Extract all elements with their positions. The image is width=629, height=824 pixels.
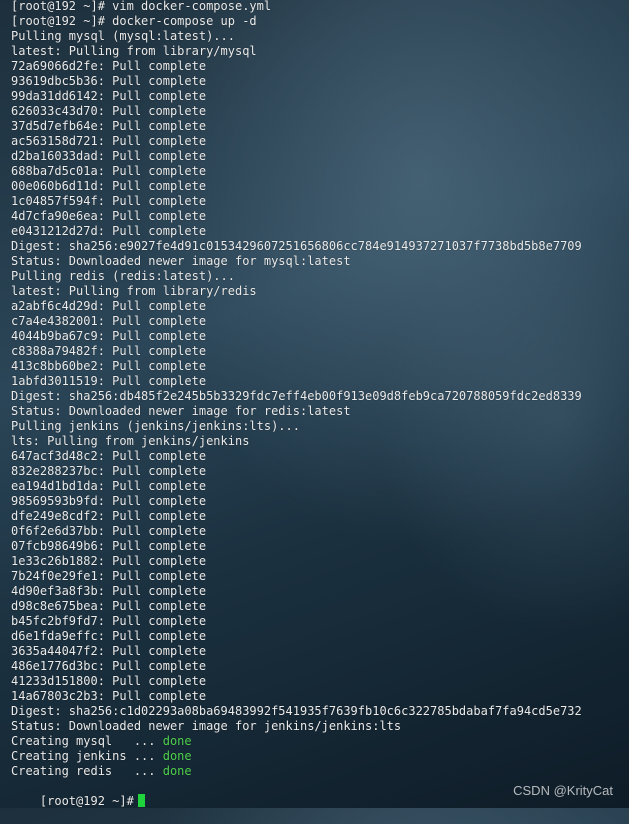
terminal-line: c7a4e4382001: Pull complete xyxy=(11,314,207,328)
terminal-line: Status: Downloaded newer image for mysql… xyxy=(11,254,351,268)
terminal-line: 3635a44047f2: Pull complete xyxy=(11,644,207,658)
terminal-line: Digest: sha256:e9027fe4d91c0153429607251… xyxy=(11,239,582,253)
terminal-line: 626033c43d70: Pull complete xyxy=(11,104,207,118)
creating-line: Creating mysql ... done xyxy=(11,734,629,749)
terminal-line: c8388a79482f: Pull complete xyxy=(11,344,207,358)
terminal-line: 0f6f2e6d37bb: Pull complete xyxy=(11,524,207,538)
terminal-line: 4d7cfa90e6ea: Pull complete xyxy=(11,209,207,223)
terminal-line: [root@192 ~]# docker-compose up -d xyxy=(11,14,257,28)
terminal-line: 00e060b6d11d: Pull complete xyxy=(11,179,207,193)
watermark: CSDN @KrityCat xyxy=(513,783,613,798)
terminal-line: d2ba16033dad: Pull complete xyxy=(11,149,207,163)
text-cursor xyxy=(137,794,145,807)
status-done: done xyxy=(162,734,192,748)
shell-prompt: [root@192 ~]# xyxy=(39,794,134,808)
terminal-line: 07fcb98649b6: Pull complete xyxy=(11,539,207,553)
terminal-line: 413c8bb60be2: Pull complete xyxy=(11,359,207,373)
terminal-line: Pulling mysql (mysql:latest)... xyxy=(11,29,235,43)
creating-label: Creating mysql ... xyxy=(11,734,163,748)
terminal-line: latest: Pulling from library/mysql xyxy=(11,44,257,58)
terminal-line: 14a67803c2b3: Pull complete xyxy=(11,689,207,703)
terminal-line: 37d5d7efb64e: Pull complete xyxy=(11,119,207,133)
creating-line: Creating jenkins ... done xyxy=(11,749,629,764)
terminal-line: 98569593b9fd: Pull complete xyxy=(11,494,207,508)
terminal-line: dfe249e8cdf2: Pull complete xyxy=(11,509,207,523)
terminal-line: a2abf6c4d29d: Pull complete xyxy=(11,299,207,313)
terminal-line: Status: Downloaded newer image for redis… xyxy=(11,404,351,418)
terminal-lines: [root@192 ~]# vim docker-compose.yml [roo… xyxy=(11,0,629,734)
creating-label: Creating redis ... xyxy=(11,764,163,778)
terminal-line: ac563158d721: Pull complete xyxy=(11,134,207,148)
terminal-line: 93619dbc5b36: Pull complete xyxy=(11,74,207,88)
container-create-lines: Creating mysql ... done Creating jenkins … xyxy=(11,734,629,779)
terminal-line: 486e1776d3bc: Pull complete xyxy=(11,659,207,673)
terminal-line: 1abfd3011519: Pull complete xyxy=(11,374,207,388)
terminal-line: 4d90ef3a8f3b: Pull complete xyxy=(11,584,207,598)
terminal-line: Digest: sha256:c1d02293a08ba69483992f541… xyxy=(11,704,582,718)
terminal-line: 72a69066d2fe: Pull complete xyxy=(11,59,207,73)
terminal-line: Pulling jenkins (jenkins/jenkins:lts)... xyxy=(11,419,300,433)
terminal-line: 688ba7d5c01a: Pull complete xyxy=(11,164,207,178)
terminal-line: ea194d1bd1da: Pull complete xyxy=(11,479,207,493)
terminal-line: 7b24f0e29fe1: Pull complete xyxy=(11,569,207,583)
terminal-line: b45fc2bf9fd7: Pull complete xyxy=(11,614,207,628)
terminal-line: Digest: sha256:db485f2e245b5b3329fdc7eff… xyxy=(11,389,582,403)
terminal-line: Pulling redis (redis:latest)... xyxy=(11,269,235,283)
creating-line: Creating redis ... done xyxy=(11,764,629,779)
creating-label: Creating jenkins ... xyxy=(11,749,163,763)
terminal-line: 647acf3d48c2: Pull complete xyxy=(11,449,207,463)
terminal-line: d6e1fda9effc: Pull complete xyxy=(11,629,207,643)
terminal-line: 4044b9ba67c9: Pull complete xyxy=(11,329,207,343)
terminal-line: 1c04857f594f: Pull complete xyxy=(11,194,207,208)
terminal-line: d98c8e675bea: Pull complete xyxy=(11,599,207,613)
terminal-line: lts: Pulling from jenkins/jenkins xyxy=(11,434,250,448)
status-done: done xyxy=(162,764,192,778)
terminal-line: e0431212d27d: Pull complete xyxy=(11,224,207,238)
status-done: done xyxy=(162,749,192,763)
terminal-line: 41233d151800: Pull complete xyxy=(11,674,207,688)
terminal-line: 1e33c26b1882: Pull complete xyxy=(11,554,207,568)
terminal-line: 832e288237bc: Pull complete xyxy=(11,464,207,478)
terminal-line: latest: Pulling from library/redis xyxy=(11,284,257,298)
terminal-output[interactable]: [root@192 ~]# vim docker-compose.yml [roo… xyxy=(11,0,629,808)
terminal-line: Status: Downloaded newer image for jenki… xyxy=(11,719,402,733)
terminal-line: [root@192 ~]# vim docker-compose.yml xyxy=(11,0,272,13)
terminal-line: 99da31dd6142: Pull complete xyxy=(11,89,207,103)
